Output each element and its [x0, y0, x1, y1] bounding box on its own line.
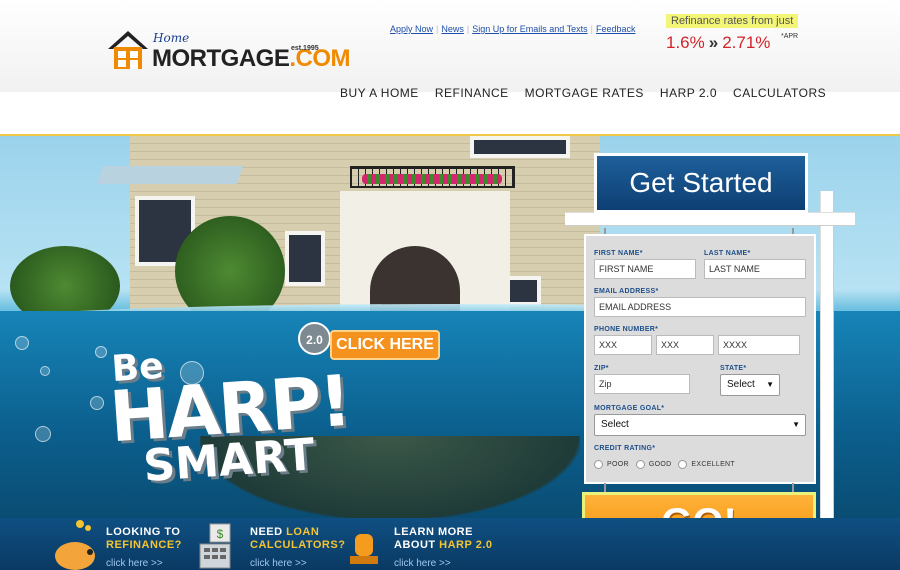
main-nav: BUY A HOME REFINANCE MORTGAGE RATES HARP… [340, 86, 826, 100]
svg-text:$: $ [217, 527, 224, 541]
click-here-button[interactable]: CLICK HERE [330, 330, 440, 360]
nav-calculators[interactable]: CALCULATORS [733, 86, 826, 100]
promo-strip: LOOKING TO REFINANCE? click here >> $ NEE… [0, 518, 900, 570]
nav-mortgage-rates[interactable]: MORTGAGE RATES [525, 86, 644, 100]
phone-label: PHONE NUMBER* [594, 326, 659, 333]
mortgage-goal-select[interactable]: Select ▼ [594, 414, 806, 436]
promo-calculators: NEED LOAN CALCULATORS? click here >> [250, 526, 346, 569]
refinance-rates-label: Refinance rates from just [666, 14, 799, 28]
bubble [40, 366, 50, 376]
sign-crossbar [565, 212, 855, 226]
harp-click-here-link[interactable]: click here >> [394, 558, 493, 569]
news-link[interactable]: News [441, 24, 464, 34]
chevron-down-icon: ▼ [792, 420, 800, 429]
apply-now-link[interactable]: Apply Now [390, 24, 433, 34]
nav-buy-a-home[interactable]: BUY A HOME [340, 86, 419, 100]
mortgage-goal-label: MORTGAGE GOAL* [594, 405, 665, 412]
promo-harp: LEARN MORE ABOUT HARP 2.0 click here >> [394, 526, 493, 569]
house-logo-icon [108, 31, 148, 69]
credit-poor-radio[interactable] [594, 460, 603, 469]
phone-line-input[interactable]: XXXX [718, 335, 800, 355]
get-started-heading: Get Started [594, 153, 808, 213]
balcony-flowers [362, 174, 502, 184]
promo-refinance: LOOKING TO REFINANCE? click here >> [106, 526, 182, 569]
nav-refinance[interactable]: REFINANCE [435, 86, 509, 100]
chevron-down-icon: ▼ [766, 380, 774, 389]
rate-arrow-icon: » [708, 33, 719, 52]
house-window [505, 276, 541, 306]
credit-rating-options: POOR GOOD EXCELLENT [594, 460, 738, 469]
harp-headline: Be HARP! SMART [107, 345, 353, 493]
email-input[interactable]: EMAIL ADDRESS [594, 297, 806, 317]
bubble [90, 396, 104, 410]
piggy-bank-icon [55, 520, 95, 570]
site-header: Home MORTGAGE.COM est.1995 Apply Now | New… [0, 0, 900, 136]
site-logo[interactable]: Home MORTGAGE.COM est.1995 [105, 27, 350, 77]
first-name-input[interactable]: FIRST NAME [594, 259, 696, 279]
rate-low: 1.6% [666, 33, 705, 52]
refinance-click-here-link[interactable]: click here >> [106, 558, 182, 569]
logo-brand-text: MORTGAGE.COM [152, 45, 350, 72]
email-label: EMAIL ADDRESS* [594, 288, 659, 295]
harp-version-badge: 2.0 [298, 322, 331, 355]
refinance-rates-values: 1.6%» 2.71% *APR [666, 33, 798, 53]
apr-note: *APR [781, 33, 799, 40]
last-name-input[interactable]: LAST NAME [704, 259, 806, 279]
rate-high: 2.71% [722, 33, 771, 52]
house-bay-roof [96, 166, 244, 184]
signup-emails-link[interactable]: Sign Up for Emails and Texts [472, 24, 587, 34]
house-window [285, 231, 325, 286]
state-select[interactable]: Select ▼ [720, 374, 780, 396]
bubble [35, 426, 51, 442]
lead-form: FIRST NAME* FIRST NAME LAST NAME* LAST N… [584, 234, 816, 484]
credit-rating-label: CREDIT RATING* [594, 445, 656, 452]
zip-input[interactable]: Zip [594, 374, 690, 394]
bubble [15, 336, 29, 350]
state-label: STATE* [720, 365, 747, 372]
calculator-icon: $ [199, 523, 231, 569]
nav-harp[interactable]: HARP 2.0 [660, 86, 717, 100]
feedback-link[interactable]: Feedback [596, 24, 636, 34]
sign-post [820, 191, 834, 520]
top-links: Apply Now | News | Sign Up for Emails and Te… [390, 24, 636, 34]
house-window [470, 136, 570, 158]
phone-area-input[interactable]: XXX [594, 335, 652, 355]
credit-good-radio[interactable] [635, 460, 645, 469]
zip-label: ZIP* [594, 365, 609, 372]
phone-prefix-input[interactable]: XXX [656, 335, 714, 355]
last-name-label: LAST NAME* [704, 250, 751, 257]
alert-beacon-icon [350, 534, 378, 564]
logo-est-text: est.1995 [291, 45, 319, 52]
logo-script-text: Home [153, 31, 190, 45]
first-name-label: FIRST NAME* [594, 250, 643, 257]
calculators-click-here-link[interactable]: click here >> [250, 558, 345, 569]
credit-excellent-radio[interactable] [678, 460, 688, 469]
